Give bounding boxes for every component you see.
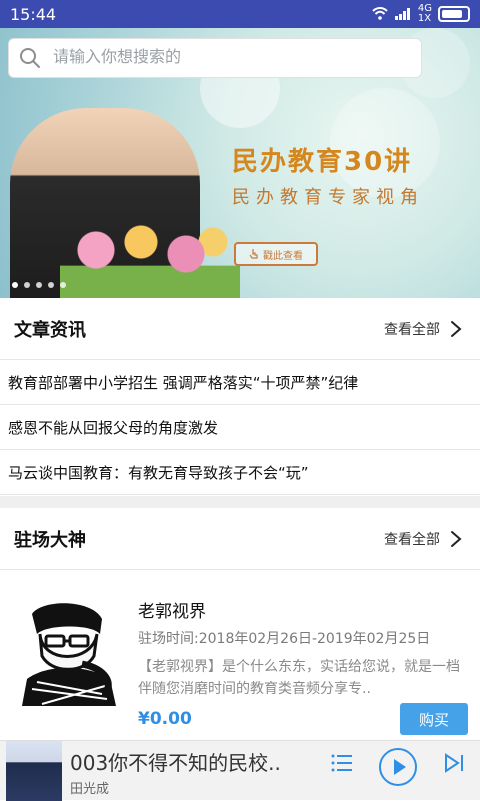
article-title: 感恩不能从回报父母的角度激发 xyxy=(8,418,219,437)
audio-player[interactable]: 003你不得不知的民校.. 田光成 xyxy=(0,740,480,801)
articles-header: 文章资讯 查看全部 xyxy=(0,298,480,360)
article-title: 教育部部署中小学招生 强调严格落实“十项严禁”纪律 xyxy=(8,373,359,392)
section-divider xyxy=(0,496,480,508)
article-title: 马云谈中国教育：有教无育导致孩子不会“玩” xyxy=(8,463,309,482)
search-icon xyxy=(20,48,40,68)
carousel-dots[interactable] xyxy=(12,282,66,288)
wifi-icon xyxy=(372,7,388,20)
buy-button[interactable]: 购买 xyxy=(400,703,468,735)
expert-description: 【老郭视界】是个什么东东，实话给您说，就是一档伴随您消磨时间的教育类音频分享专.… xyxy=(138,659,460,697)
network-indicator: 4G 1X xyxy=(418,4,432,24)
player-thumbnail xyxy=(6,741,62,801)
expert-time: 驻场时间:2018年02月26日-2019年02月25日 xyxy=(138,631,431,647)
article-item[interactable]: 马云谈中国教育：有教无育导致孩子不会“玩” xyxy=(0,450,480,495)
article-item[interactable]: 教育部部署中小学招生 强调严格落实“十项严禁”纪律 xyxy=(0,360,480,405)
carousel-dot[interactable] xyxy=(24,282,30,288)
network-speed: 1X xyxy=(417,13,432,24)
playlist-icon[interactable] xyxy=(330,751,354,775)
article-item[interactable]: 感恩不能从回报父母的角度激发 xyxy=(0,405,480,450)
player-title[interactable]: 003你不得不知的民校.. xyxy=(70,747,310,776)
carousel-dot[interactable] xyxy=(60,282,66,288)
articles-title: 文章资讯 xyxy=(14,319,86,341)
chevron-right-icon xyxy=(451,530,462,547)
search-bar[interactable] xyxy=(8,38,422,78)
experts-header: 驻场大神 查看全部 xyxy=(0,508,480,570)
status-icons: 4G 1X xyxy=(372,4,470,24)
banner-subtitle: 民办教育专家视角 xyxy=(232,187,424,208)
experts-title: 驻场大神 xyxy=(14,529,86,551)
battery-icon xyxy=(438,6,470,22)
chevron-right-icon xyxy=(451,320,462,337)
play-icon[interactable] xyxy=(378,747,418,787)
player-artist: 田光成 xyxy=(70,782,110,797)
signal-icon xyxy=(394,8,410,20)
articles-view-all[interactable]: 查看全部 xyxy=(384,319,462,339)
expert-card[interactable]: 老郭视界 驻场时间:2018年02月26日-2019年02月25日 【老郭视界】… xyxy=(0,572,480,740)
expert-name: 老郭视界 xyxy=(138,602,206,622)
banner-title: 民办教育30讲 xyxy=(232,147,413,177)
experts-view-all[interactable]: 查看全部 xyxy=(384,529,462,549)
hand-pointer-icon xyxy=(249,249,258,259)
next-icon[interactable] xyxy=(442,751,466,775)
search-input[interactable] xyxy=(51,48,385,68)
carousel-dot[interactable] xyxy=(48,282,54,288)
experts-view-all-label: 查看全部 xyxy=(384,531,440,548)
status-bar: 15:44 4G 1X xyxy=(0,0,480,28)
articles-view-all-label: 查看全部 xyxy=(384,321,440,338)
flower-bouquet xyxy=(60,218,240,298)
status-time: 15:44 xyxy=(10,4,57,24)
banner-button-label: 戳此查看 xyxy=(263,250,303,262)
banner-view-button[interactable]: 戳此查看 xyxy=(234,242,318,266)
expert-avatar xyxy=(12,594,124,706)
carousel-dot[interactable] xyxy=(12,282,18,288)
expert-price: ¥0.00 xyxy=(138,709,192,729)
carousel-dot[interactable] xyxy=(36,282,42,288)
article-list: 教育部部署中小学招生 强调严格落实“十项严禁”纪律 感恩不能从回报父母的角度激发… xyxy=(0,360,480,495)
